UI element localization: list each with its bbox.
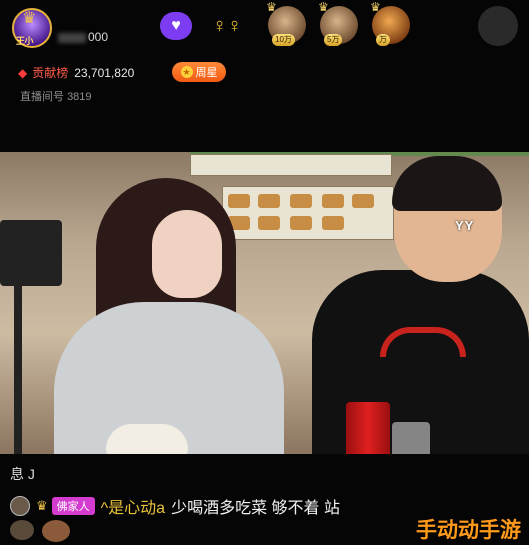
chat-avatar — [10, 496, 30, 516]
dish-decor — [352, 194, 374, 208]
shirt-logo — [380, 327, 466, 357]
contribution-label: 贡献榜 — [32, 66, 69, 80]
weekly-star-button[interactable]: ★ 周星 — [172, 62, 226, 82]
dish-decor — [290, 216, 312, 230]
viewer-avatar-1[interactable]: ♛ 10万 — [266, 0, 306, 46]
follow-button[interactable]: ♥ — [160, 12, 192, 40]
tripod-pole — [14, 282, 22, 454]
rice-bowl — [106, 424, 188, 454]
redacted-name — [58, 32, 86, 43]
streamer-face — [152, 210, 222, 298]
viewer-avatar-2[interactable]: ♛ 5万 — [318, 0, 358, 46]
people-icon: ♀♀ — [212, 14, 242, 37]
weekly-star-label: 周星 — [195, 67, 218, 79]
contribution-row[interactable]: ◆ 贡献榜 23,701,820 — [18, 64, 134, 81]
chat-avatar — [42, 520, 70, 542]
guest-hair — [392, 156, 502, 211]
dish-decor — [258, 194, 280, 208]
crown-icon: ♛ — [370, 0, 381, 14]
room-number: 3819 — [67, 91, 92, 103]
crown-icon: ♛ — [22, 10, 37, 27]
host-level-label: 王小 — [16, 36, 34, 46]
chat-text: 少喝酒多吃菜 够不着 站 — [171, 500, 340, 517]
dish-decor — [322, 216, 344, 230]
viewer-badge: 5万 — [324, 34, 343, 46]
host-name-suffix: 000 — [88, 30, 109, 44]
star-icon: ★ — [180, 66, 193, 78]
host-name: 000 — [58, 30, 108, 44]
chat-line-partial: 息 J — [10, 466, 35, 482]
chat-username[interactable]: ^是心动a — [101, 494, 165, 518]
yy-watermark: YY — [455, 218, 475, 233]
viewer-avatar-3[interactable]: ♛ 万 — [370, 0, 410, 46]
menu-board — [190, 154, 392, 176]
host-avatar[interactable]: ♛ 王小 — [12, 8, 52, 48]
dish-decor — [322, 194, 344, 208]
dish-decor — [290, 194, 312, 208]
diamond-icon: ◆ — [18, 65, 28, 80]
glass — [392, 422, 430, 454]
chat-avatar — [10, 520, 34, 540]
phone-rig — [0, 220, 62, 286]
chat-message[interactable]: ♛ 佛家人 ^是心动a 少喝酒多吃菜 够不着 站 — [10, 494, 340, 518]
viewer-badge: 万 — [376, 34, 390, 46]
heart-icon: ♥ — [171, 17, 181, 34]
share-button[interactable]: ♀♀ — [210, 12, 244, 40]
live-video[interactable]: YY — [0, 152, 529, 454]
viewer-badge: 10万 — [272, 34, 295, 46]
room-number-row: 直播间号 3819 — [20, 88, 92, 104]
fan-level-icon: ♛ — [36, 498, 48, 513]
crown-icon: ♛ — [318, 0, 329, 14]
crown-icon: ♛ — [266, 0, 277, 14]
dish-decor — [228, 194, 250, 208]
family-badge: 佛家人 — [51, 497, 95, 515]
contribution-value: 23,701,820 — [74, 65, 135, 80]
soda-can — [346, 402, 390, 454]
site-watermark: 手动动手游 — [416, 519, 521, 542]
dish-decor — [258, 216, 280, 230]
room-label: 直播间号 — [20, 91, 64, 103]
viewer-avatar-4[interactable] — [478, 6, 518, 46]
